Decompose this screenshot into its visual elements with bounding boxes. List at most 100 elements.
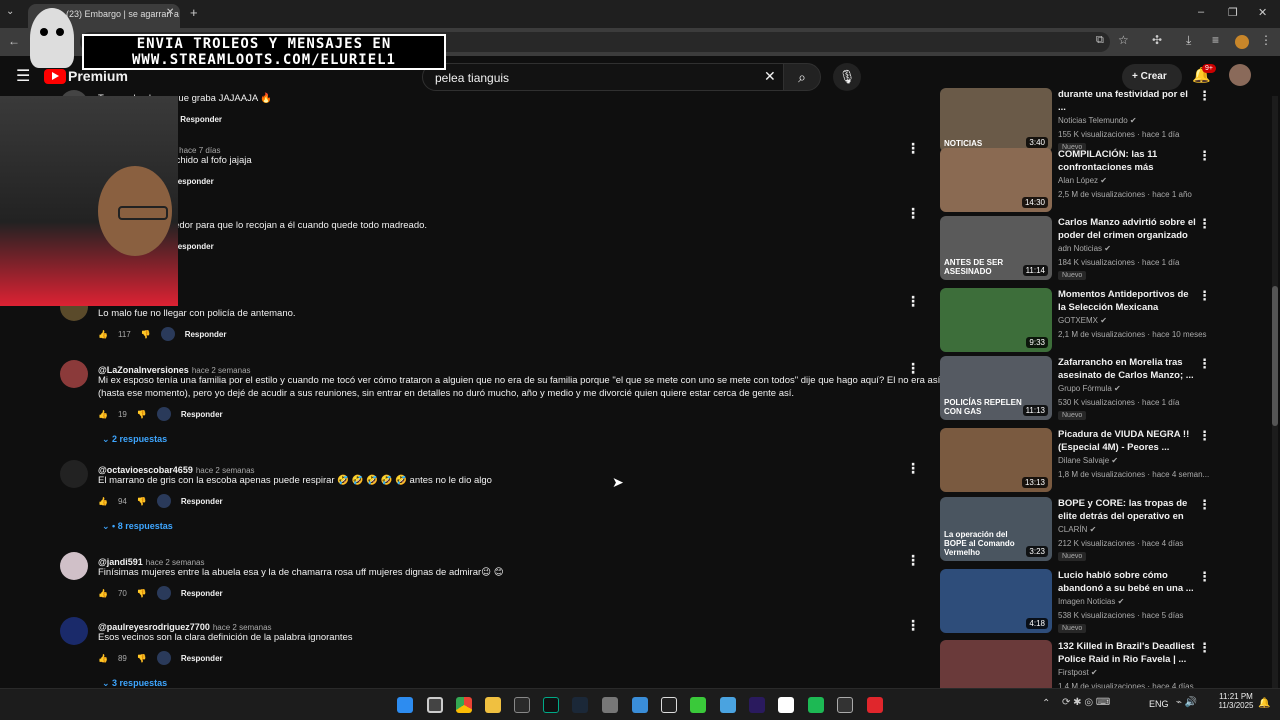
youtube-logo-icon[interactable] xyxy=(44,69,66,84)
photos-icon[interactable] xyxy=(632,697,648,713)
related-video-item[interactable]: POLICÍAS REPELEN CON GAS 11:13 Zafarrancho… xyxy=(940,356,1230,420)
app-icon-3[interactable] xyxy=(543,697,559,713)
video-options-icon[interactable]: ⋮ xyxy=(1198,288,1211,304)
comment-options-icon[interactable]: ⋮ xyxy=(906,205,920,222)
video-thumbnail[interactable]: POLICÍAS REPELEN CON GAS 11:13 xyxy=(940,356,1052,420)
video-thumbnail[interactable]: 9:33 xyxy=(940,288,1052,352)
network-volume-icons[interactable]: ⌁ 🔊 xyxy=(1176,697,1197,708)
view-replies-button[interactable]: • 8 respuestas xyxy=(112,521,173,531)
video-thumbnail[interactable]: NOTICIAS 3:40 xyxy=(940,88,1052,152)
related-video-item[interactable]: 4:18 Lucio habló sobre cómo abandonó a su… xyxy=(940,569,1230,633)
video-title[interactable]: durante una festividad por el ... xyxy=(1058,88,1198,114)
video-options-icon[interactable]: ⋮ xyxy=(1198,148,1211,164)
video-options-icon[interactable]: ⋮ xyxy=(1198,640,1211,656)
maximize-icon[interactable]: ❐ xyxy=(1228,6,1238,19)
file-explorer-icon[interactable] xyxy=(485,697,501,713)
video-title[interactable]: Carlos Manzo advirtió sobre el poder del… xyxy=(1058,216,1198,242)
video-options-icon[interactable]: ⋮ xyxy=(1198,88,1211,104)
app-icon-7[interactable] xyxy=(837,697,853,713)
install-app-icon[interactable]: ⧉ xyxy=(1096,34,1104,47)
video-title[interactable]: Lucio habló sobre cómo abandonó a su beb… xyxy=(1058,569,1198,595)
reply-button[interactable]: Responder xyxy=(181,589,223,598)
spotify-icon[interactable] xyxy=(808,697,824,713)
comment-options-icon[interactable]: ⋮ xyxy=(906,617,920,634)
search-button[interactable]: ⌕ xyxy=(783,63,821,91)
channel-name[interactable]: Alan López ✔ xyxy=(1058,176,1107,185)
channel-name[interactable]: Noticias Telemundo ✔ xyxy=(1058,116,1137,125)
back-icon[interactable]: ← xyxy=(8,34,20,48)
video-title[interactable]: COMPILACIÓN: las 11 confrontaciones más … xyxy=(1058,148,1198,174)
channel-name[interactable]: CLARÍN ✔ xyxy=(1058,525,1096,534)
video-thumbnail[interactable]: 13:13 xyxy=(940,428,1052,492)
app-icon-5[interactable] xyxy=(690,697,706,713)
video-thumbnail[interactable]: ANTES DE SER ASESINADO 11:14 xyxy=(940,216,1052,280)
chevron-down-icon[interactable]: ⌄ xyxy=(102,434,112,444)
commenter-avatar[interactable] xyxy=(60,460,88,488)
page-scrollbar[interactable] xyxy=(1272,96,1278,688)
comment-options-icon[interactable]: ⋮ xyxy=(906,140,920,157)
app-icon-2[interactable] xyxy=(514,697,530,713)
language-indicator[interactable]: ENG xyxy=(1149,699,1169,709)
browser-menu-icon[interactable]: ⋮ xyxy=(1260,33,1272,47)
view-replies-button[interactable]: 2 respuestas xyxy=(112,434,167,444)
profile-avatar[interactable] xyxy=(1235,35,1249,49)
app-icon-4[interactable] xyxy=(661,697,677,713)
reply-button[interactable]: Responder xyxy=(180,115,222,124)
video-title[interactable]: Momentos Antideportivos de la Selección … xyxy=(1058,288,1198,314)
related-video-item[interactable]: NOTICIAS 3:40 durante una festividad por e… xyxy=(940,88,1230,152)
channel-name[interactable]: adn Noticias ✔ xyxy=(1058,244,1111,253)
commenter-avatar[interactable] xyxy=(60,617,88,645)
commenter-avatar[interactable] xyxy=(60,360,88,388)
channel-name[interactable]: Firstpost ✔ xyxy=(1058,668,1098,677)
video-thumbnail[interactable]: 14:30 xyxy=(940,148,1052,212)
view-replies-button[interactable]: 3 respuestas xyxy=(112,678,167,688)
reply-button[interactable]: Responder xyxy=(172,177,214,186)
channel-name[interactable]: Dilane Salvaje ✔ xyxy=(1058,456,1118,465)
create-button[interactable]: + Crear xyxy=(1122,64,1182,90)
video-thumbnail[interactable]: 4:18 xyxy=(940,569,1052,633)
tray-icons[interactable]: ⟳ ✱ ◎ ⌨ xyxy=(1062,697,1110,708)
minimize-icon[interactable]: – xyxy=(1198,6,1204,18)
channel-name[interactable]: Grupo Fórmula ✔ xyxy=(1058,384,1121,393)
comment-options-icon[interactable]: ⋮ xyxy=(906,460,920,477)
reply-button[interactable]: Responder xyxy=(172,242,214,251)
notification-center-icon[interactable]: 🔔 xyxy=(1258,698,1270,709)
like-icon[interactable]: 👍 xyxy=(98,330,108,339)
video-title[interactable]: 132 Killed in Brazil's Deadliest Police … xyxy=(1058,640,1198,666)
like-icon[interactable]: 👍 xyxy=(98,497,108,506)
chevron-down-icon[interactable]: ⌄ xyxy=(102,521,112,531)
tray-chevron-icon[interactable]: ⌃ xyxy=(1042,698,1050,709)
clear-search-icon[interactable]: ✕ xyxy=(764,68,776,85)
notepad-icon[interactable] xyxy=(720,697,736,713)
chevron-down-icon[interactable]: ⌄ xyxy=(102,678,112,688)
bookmark-star-icon[interactable]: ☆ xyxy=(1118,33,1129,47)
reply-button[interactable]: Responder xyxy=(181,654,223,663)
video-thumbnail[interactable]: La operación del BOPE al Comando Vermelh… xyxy=(940,497,1052,561)
channel-name[interactable]: Imagen Noticias ✔ xyxy=(1058,597,1124,606)
dislike-icon[interactable]: 👎 xyxy=(137,589,147,598)
reply-button[interactable]: Responder xyxy=(181,410,223,419)
close-window-icon[interactable]: ✕ xyxy=(1258,6,1267,19)
dislike-icon[interactable]: 👎 xyxy=(137,497,147,506)
video-options-icon[interactable]: ⋮ xyxy=(1198,497,1211,513)
related-video-item[interactable]: La operación del BOPE al Comando Vermelh… xyxy=(940,497,1230,561)
video-options-icon[interactable]: ⋮ xyxy=(1198,428,1211,444)
video-title[interactable]: Picadura de VIUDA NEGRA !! (Especial 4M)… xyxy=(1058,428,1198,454)
premiere-icon[interactable] xyxy=(749,697,765,713)
channel-name[interactable]: GOTXEMX ✔ xyxy=(1058,316,1107,325)
extensions-icon[interactable]: ✣ xyxy=(1152,33,1162,47)
dislike-icon[interactable]: 👎 xyxy=(137,410,147,419)
user-avatar[interactable] xyxy=(1229,64,1251,86)
video-title[interactable]: Zafarrancho en Morelia tras asesinato de… xyxy=(1058,356,1198,382)
video-title[interactable]: BOPE y CORE: las tropas de elite detrás … xyxy=(1058,497,1198,523)
comment-options-icon[interactable]: ⋮ xyxy=(906,552,920,569)
video-options-icon[interactable]: ⋮ xyxy=(1198,356,1211,372)
dislike-icon[interactable]: 👎 xyxy=(141,330,151,339)
new-tab-icon[interactable]: + xyxy=(190,5,198,20)
steam-icon[interactable] xyxy=(572,697,588,713)
commenter-avatar[interactable] xyxy=(60,552,88,580)
hamburger-menu-icon[interactable]: ☰ xyxy=(16,66,30,86)
downloads-icon[interactable]: ⤓ xyxy=(1186,33,1191,48)
app-icon-1[interactable] xyxy=(427,697,443,713)
like-icon[interactable]: 👍 xyxy=(98,654,108,663)
